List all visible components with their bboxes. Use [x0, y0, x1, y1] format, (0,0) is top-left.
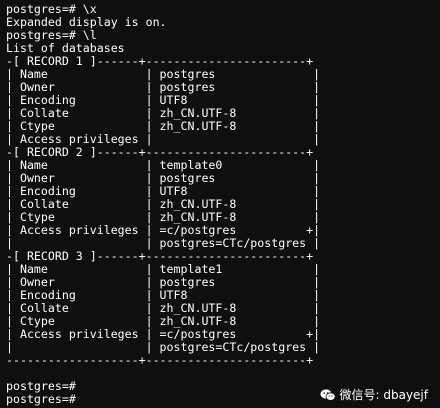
- terminal-window[interactable]: postgres=# \x Expanded display is on. post…: [0, 0, 440, 408]
- watermark: 微信号: dbayejf: [320, 387, 429, 402]
- watermark-text: 微信号: dbayejf: [339, 387, 429, 402]
- terminal-line: -------------------+--------------------…: [6, 353, 314, 367]
- terminal-output: postgres=# \x Expanded display is on. post…: [6, 3, 440, 406]
- wechat-icon: [320, 388, 336, 402]
